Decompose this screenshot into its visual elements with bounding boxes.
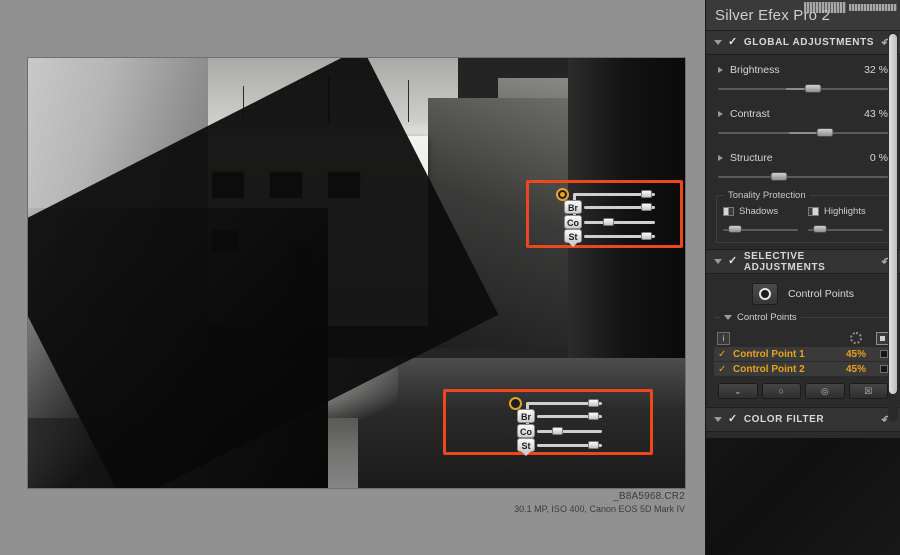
check-icon[interactable]: ✓ xyxy=(728,414,738,425)
slider-structure[interactable]: Structure 0 % xyxy=(706,143,900,187)
slider-knob-structure[interactable] xyxy=(641,232,652,240)
control-points-group-title: Control Points xyxy=(737,312,797,323)
control-points-list-header: i xyxy=(714,329,892,347)
tonality-protection-group: Tonality Protection Shadows Highlights xyxy=(716,190,890,243)
add-control-point-button[interactable]: ◎ xyxy=(805,383,845,399)
chevron-down-icon[interactable] xyxy=(714,259,722,264)
loupe-preview[interactable] xyxy=(706,438,900,555)
slider-contrast[interactable]: Contrast 43 % xyxy=(706,99,900,143)
info-icon[interactable]: i xyxy=(717,331,730,345)
slider-value: 32 % xyxy=(864,64,888,76)
photo-preview[interactable]: Br Co St Br Co St xyxy=(28,58,685,488)
panel-scrollbar-thumb[interactable] xyxy=(889,34,897,394)
chevron-down-icon[interactable] xyxy=(724,315,732,320)
app-title-bar: Silver Efex Pro 2 xyxy=(706,0,900,30)
slider-knob-brightness[interactable] xyxy=(588,412,599,420)
slider-knob-structure[interactable] xyxy=(588,441,599,449)
group-control-points-button[interactable]: ○ xyxy=(761,383,801,399)
check-icon[interactable]: ✓ xyxy=(728,37,738,48)
image-canvas-area[interactable]: Br Co St Br Co St _B8A5968.CR2 30.1 MP, … xyxy=(0,0,705,555)
row-group-swatch[interactable] xyxy=(880,365,888,373)
control-point-2-overlay[interactable]: Br Co St xyxy=(443,389,653,456)
photo-caption: _B8A5968.CR2 30.1 MP, ISO 400, Canon EOS… xyxy=(28,491,685,515)
slider-label: Contrast xyxy=(730,108,770,120)
slider-knob-contrast[interactable] xyxy=(603,218,614,226)
photo-left-shadow xyxy=(28,208,328,488)
control-points-tool-label: Control Points xyxy=(788,288,854,300)
row-group-swatch[interactable] xyxy=(880,350,888,358)
row-value: 45% xyxy=(845,363,866,375)
chevron-down-icon[interactable] xyxy=(714,40,722,45)
row-label: Control Point 1 xyxy=(733,348,805,360)
slider-track-contrast[interactable] xyxy=(584,221,655,224)
photo-metadata: 30.1 MP, ISO 400, Canon EOS 5D Mark IV xyxy=(514,504,685,514)
slider-label: Brightness xyxy=(730,64,780,76)
shadows-label: Shadows xyxy=(739,206,779,217)
watermark-logo xyxy=(804,1,897,14)
control-points-tool-row[interactable]: Control Points xyxy=(706,274,900,315)
slider-thumb[interactable] xyxy=(813,225,827,233)
row-check-icon[interactable]: ✓ xyxy=(718,364,727,375)
section-global-adjustments[interactable]: ✓ GLOBAL ADJUSTMENTS ↶ xyxy=(706,30,900,55)
row-value: 45% xyxy=(845,348,866,360)
row-label: Control Point 2 xyxy=(733,363,805,375)
dotted-circle-icon[interactable] xyxy=(850,332,862,344)
highlights-label: Highlights xyxy=(824,206,866,217)
photo-antenna xyxy=(408,80,409,122)
photo-filename: _B8A5968.CR2 xyxy=(613,491,685,502)
tonality-shadows[interactable]: Shadows xyxy=(723,206,798,234)
slider-track[interactable] xyxy=(718,176,888,178)
section-title-selective: SELECTIVE ADJUSTMENTS xyxy=(743,250,826,273)
chevron-down-icon[interactable] xyxy=(714,417,722,422)
shadows-icon xyxy=(723,207,734,216)
control-points-group: Control Points i ✓ Control Point 1 45% ✓… xyxy=(714,312,892,407)
control-points-buttons: ⌄ ○ ◎ ☒ xyxy=(714,377,892,407)
panel-scrollbar[interactable] xyxy=(888,32,898,422)
check-icon[interactable]: ✓ xyxy=(728,256,738,267)
silver-efex-pro-window: Br Co St Br Co St _B8A5968.CR2 30.1 MP, … xyxy=(0,0,900,555)
watermark-glyph-block xyxy=(804,2,846,13)
expand-caret-icon[interactable] xyxy=(520,450,532,456)
section-selective-adjustments[interactable]: ✓ SELECTIVE ADJUSTMENTS ↶ xyxy=(706,249,900,274)
slider-label-br[interactable]: Br xyxy=(517,409,535,423)
slider-knob-amount[interactable] xyxy=(588,399,599,407)
slider-label-co[interactable]: Co xyxy=(517,424,535,438)
section-title-color-filter: COLOR FILTER xyxy=(743,414,825,425)
slider-label: Structure xyxy=(730,152,773,164)
tonality-highlights[interactable]: Highlights xyxy=(808,206,883,234)
slider-thumb[interactable] xyxy=(816,128,834,137)
slider-thumb[interactable] xyxy=(728,225,742,233)
slider-label-co[interactable]: Co xyxy=(564,215,582,229)
watermark-glyph-block xyxy=(849,4,897,11)
slider-knob-contrast[interactable] xyxy=(552,427,563,435)
chevron-right-icon[interactable] xyxy=(718,111,723,117)
section-title-global: GLOBAL ADJUSTMENTS xyxy=(743,37,875,48)
tonality-protection-legend: Tonality Protection xyxy=(724,190,810,201)
control-point-1-overlay[interactable]: Br Co St xyxy=(526,180,683,248)
slider-knob-brightness[interactable] xyxy=(641,203,652,211)
slider-value: 0 % xyxy=(869,152,888,164)
control-points-group-legend[interactable]: Control Points xyxy=(720,312,801,323)
table-row[interactable]: ✓ Control Point 1 45% xyxy=(714,347,892,361)
slider-value: 43 % xyxy=(864,108,888,120)
slider-brightness[interactable]: Brightness 32 % xyxy=(706,55,900,99)
highlights-icon xyxy=(808,207,819,216)
expand-caret-icon[interactable] xyxy=(567,241,579,247)
chevron-right-icon[interactable] xyxy=(718,67,723,73)
delete-control-point-button[interactable]: ☒ xyxy=(848,383,888,399)
row-check-icon[interactable]: ✓ xyxy=(718,349,727,360)
adjustments-panel: Silver Efex Pro 2 ✓ GLOBAL ADJUSTMENTS ↶… xyxy=(705,0,900,555)
control-points-tool-button[interactable] xyxy=(752,283,779,305)
slider-knob-amount[interactable] xyxy=(641,190,652,198)
slider-thumb[interactable] xyxy=(770,172,788,181)
slider-track-contrast[interactable] xyxy=(537,430,602,433)
table-row[interactable]: ✓ Control Point 2 45% xyxy=(714,362,892,376)
slider-label-br[interactable]: Br xyxy=(564,200,582,214)
duplicate-control-point-button[interactable]: ⌄ xyxy=(718,383,758,399)
control-point-icon xyxy=(759,288,772,300)
slider-thumb[interactable] xyxy=(804,84,822,93)
chevron-right-icon[interactable] xyxy=(718,155,723,161)
section-color-filter[interactable]: ✓ COLOR FILTER ↶ xyxy=(706,407,900,432)
